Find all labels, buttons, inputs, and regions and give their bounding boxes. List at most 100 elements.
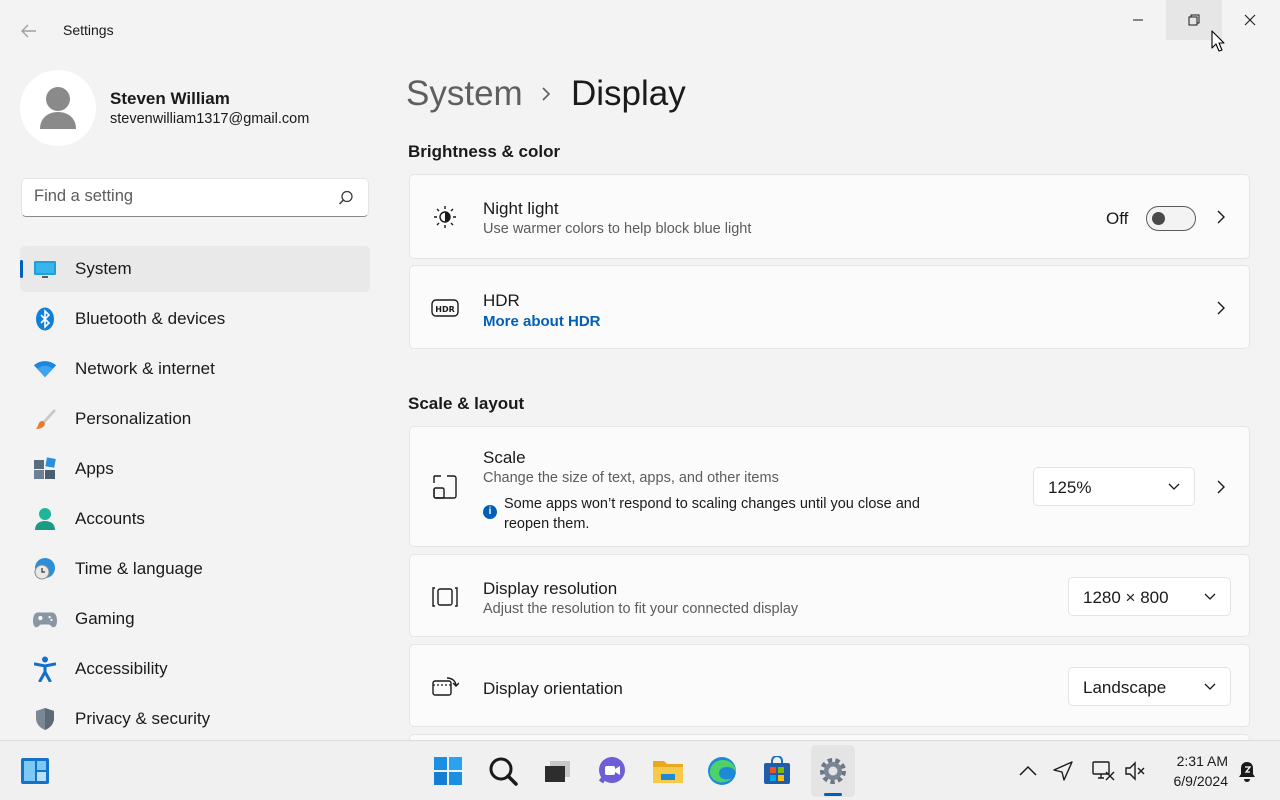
active-indicator (824, 793, 842, 796)
restore-icon (1188, 14, 1200, 26)
network-icon[interactable] (1091, 759, 1115, 783)
gamepad-icon (33, 607, 57, 631)
title-bar: Settings (0, 0, 1280, 48)
resolution-title: Display resolution (483, 579, 618, 598)
app-title: Settings (63, 22, 114, 38)
sidebar-item-label: Gaming (75, 609, 135, 628)
hdr-card[interactable]: HDR HDR More about HDR (409, 265, 1250, 349)
clock-time[interactable]: 2:31 AM (1166, 753, 1228, 769)
accessibility-icon (33, 656, 57, 682)
sidebar-item-privacy[interactable]: Privacy & security (20, 696, 370, 742)
widgets-icon[interactable] (17, 753, 53, 789)
location-icon[interactable] (1051, 759, 1075, 783)
sidebar-item-network[interactable]: Network & internet (20, 346, 370, 392)
sidebar-item-bluetooth[interactable]: Bluetooth & devices (20, 296, 370, 342)
sidebar-item-time-language[interactable]: Time & language (20, 546, 370, 592)
sidebar-item-label: Accessibility (75, 659, 168, 678)
resolution-dropdown[interactable]: 1280 × 800 (1068, 577, 1231, 616)
night-light-toggle[interactable] (1146, 206, 1196, 231)
minimize-button[interactable] (1110, 0, 1166, 40)
sidebar-item-gaming[interactable]: Gaming (20, 596, 370, 642)
back-arrow-icon (21, 24, 36, 38)
sidebar-item-label: Time & language (75, 559, 203, 578)
bluetooth-icon (33, 307, 57, 331)
page-title: Display (571, 74, 686, 113)
system-icon (33, 257, 57, 281)
orientation-icon (430, 672, 460, 702)
store-icon[interactable] (759, 753, 795, 789)
night-light-icon (430, 202, 460, 232)
sidebar-item-label: Personalization (75, 409, 192, 428)
user-name: Steven William (110, 89, 230, 108)
sidebar-item-label: Privacy & security (75, 709, 211, 728)
night-light-desc: Use warmer colors to help block blue lig… (483, 221, 752, 237)
search-box[interactable] (21, 178, 369, 217)
sidebar-item-label: Accounts (75, 509, 145, 528)
search-icon[interactable] (485, 753, 521, 789)
sidebar-item-label: Bluetooth & devices (75, 309, 226, 328)
resolution-icon (430, 582, 460, 612)
chevron-down-icon (1168, 483, 1180, 490)
sidebar-item-accounts[interactable]: Accounts (20, 496, 370, 542)
sidebar-item-apps[interactable]: Apps (20, 446, 370, 492)
scale-card[interactable]: Scale Change the size of text, apps, and… (409, 426, 1250, 547)
notification-icon[interactable] (1235, 759, 1259, 783)
chevron-right-icon[interactable] (1211, 477, 1231, 497)
svg-text:HDR: HDR (435, 305, 455, 314)
clock-date[interactable]: 6/9/2024 (1160, 773, 1229, 789)
hdr-link[interactable]: More about HDR (483, 313, 601, 330)
account-icon (33, 507, 57, 531)
orientation-dropdown[interactable]: Landscape (1068, 667, 1231, 706)
mouse-cursor-icon (1211, 30, 1225, 52)
search-icon[interactable] (338, 190, 354, 206)
sidebar-item-system[interactable]: System (20, 246, 370, 292)
taskbar: 2:31 AM 6/9/2024 (0, 740, 1280, 800)
section-title-scale-layout: Scale & layout (408, 394, 525, 413)
chevron-down-icon (1204, 593, 1216, 600)
minimize-icon (1133, 19, 1143, 21)
close-button[interactable] (1222, 0, 1278, 40)
display-resolution-card[interactable]: Display resolution Adjust the resolution… (409, 554, 1250, 637)
scale-dropdown[interactable]: 125% (1033, 467, 1195, 506)
info-icon: i (483, 505, 497, 519)
scale-info-text: Some apps won’t respond to scaling chang… (504, 496, 920, 532)
sidebar-item-personalization[interactable]: Personalization (20, 396, 370, 442)
paintbrush-icon (33, 407, 57, 431)
edge-icon[interactable] (704, 753, 740, 789)
teams-chat-icon[interactable] (594, 753, 630, 789)
chevron-up-icon[interactable] (1016, 759, 1040, 783)
windows-start-icon[interactable] (430, 753, 466, 789)
task-view-icon[interactable] (539, 753, 575, 789)
sidebar-nav: System Bluetooth & devices Network & int… (20, 246, 370, 746)
night-light-card[interactable]: Night light Use warmer colors to help bl… (409, 174, 1250, 259)
chevron-right-icon[interactable] (1211, 207, 1231, 227)
hdr-title: HDR (483, 291, 520, 310)
display-orientation-card[interactable]: Display orientation Landscape (409, 644, 1250, 727)
sidebar-item-label: Network & internet (75, 359, 215, 378)
avatar[interactable] (20, 70, 96, 146)
scale-value: 125% (1048, 478, 1092, 497)
sidebar-item-label: Apps (75, 459, 114, 478)
night-light-toggle-label: Off (1106, 209, 1129, 228)
chevron-right-icon[interactable] (1211, 298, 1231, 318)
search-input[interactable] (34, 187, 324, 206)
back-button[interactable] (14, 18, 44, 44)
resolution-desc: Adjust the resolution to fit your connec… (483, 601, 799, 617)
breadcrumb-parent[interactable]: System (406, 74, 523, 114)
night-light-title: Night light (483, 199, 559, 218)
scale-icon (430, 472, 460, 502)
toggle-knob (1152, 211, 1165, 225)
volume-muted-icon[interactable] (1123, 759, 1147, 783)
section-title-brightness: Brightness & color (408, 142, 561, 161)
scale-title: Scale (483, 448, 526, 467)
user-email: stevenwilliam1317@gmail.com (110, 111, 310, 127)
resolution-value: 1280 × 800 (1083, 588, 1169, 607)
sidebar-item-label: System (75, 259, 132, 278)
hdr-icon: HDR (430, 293, 460, 323)
apps-icon (33, 457, 57, 481)
wifi-icon (33, 357, 57, 381)
settings-icon[interactable] (815, 753, 851, 789)
sidebar-item-accessibility[interactable]: Accessibility (20, 646, 370, 692)
file-explorer-icon[interactable] (650, 753, 686, 789)
chevron-down-icon (1204, 683, 1216, 690)
